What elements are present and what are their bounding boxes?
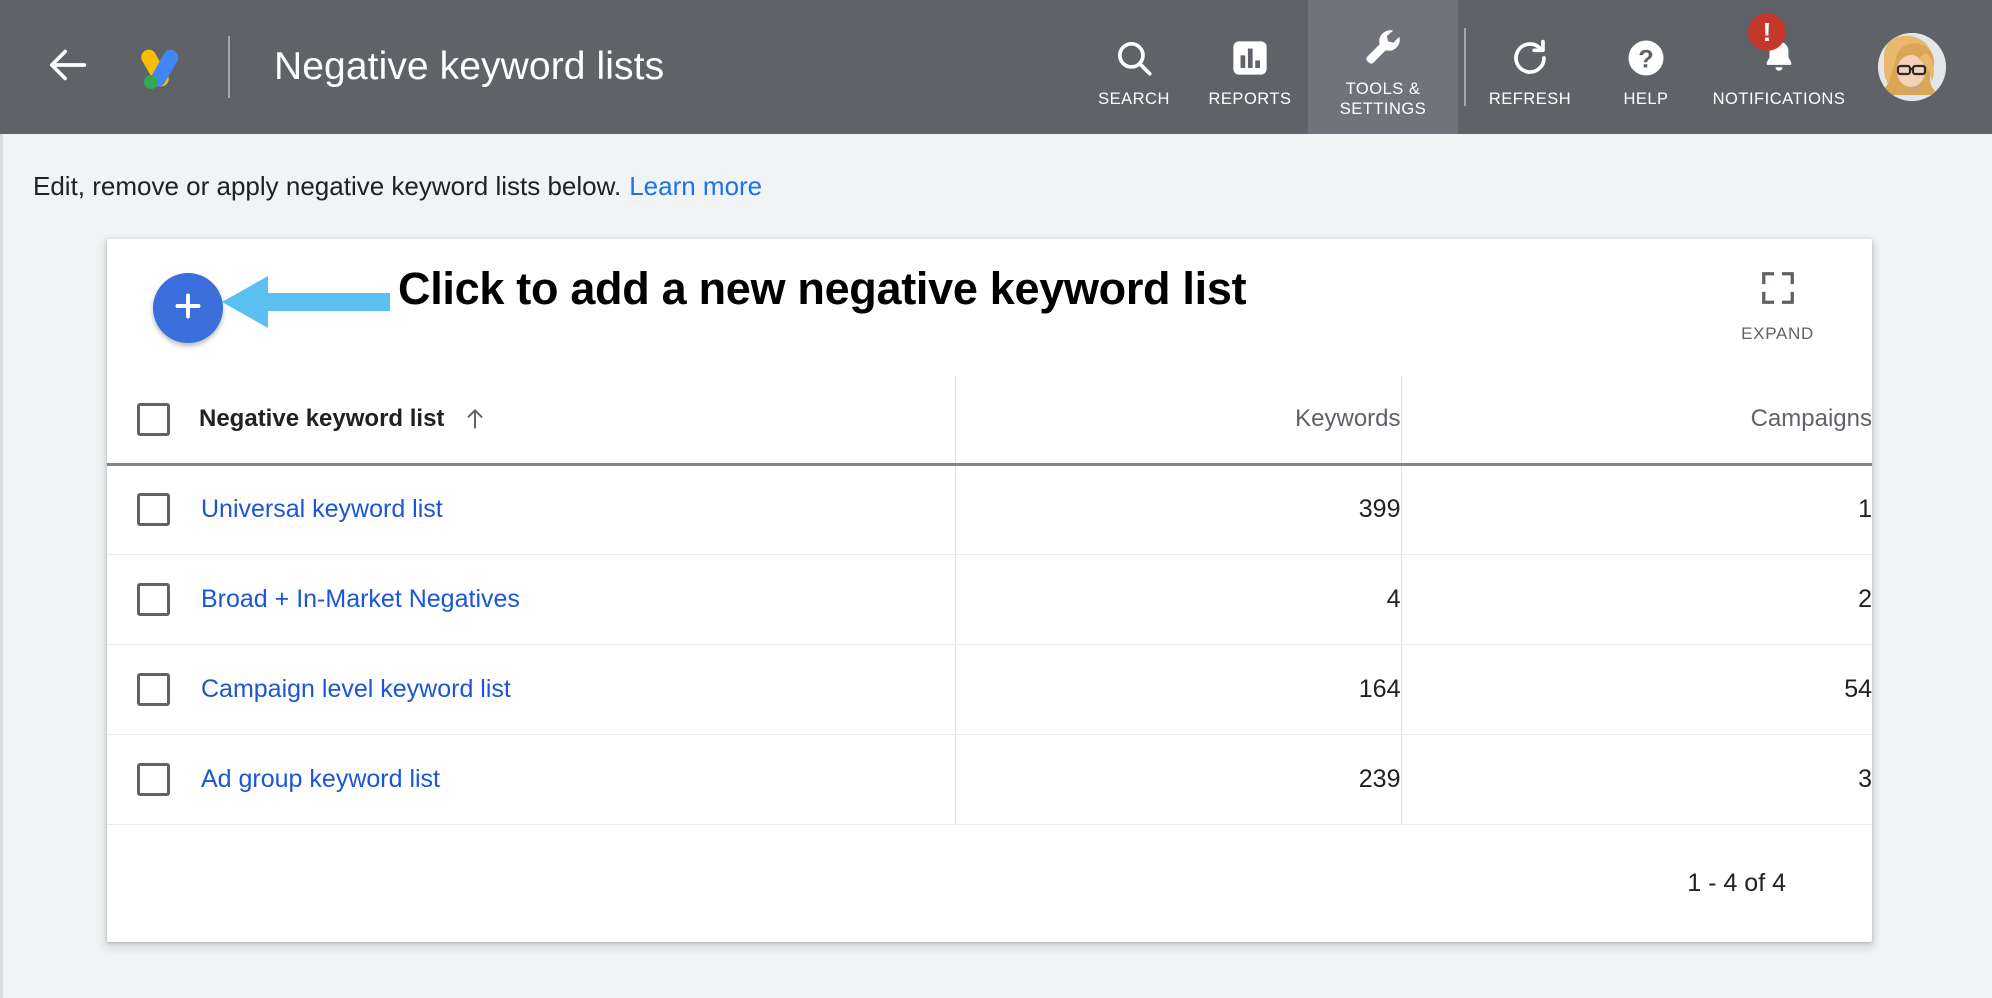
table-row[interactable]: Campaign level keyword list 164 54 bbox=[107, 644, 1872, 734]
negative-keyword-list-link[interactable]: Universal keyword list bbox=[199, 495, 443, 523]
row-keywords-cell: 4 bbox=[955, 554, 1401, 644]
negative-keyword-list-link[interactable]: Broad + In-Market Negatives bbox=[199, 585, 520, 613]
nav-label-notifications: NOTIFICATIONS bbox=[1713, 89, 1846, 109]
nav-label-search: SEARCH bbox=[1098, 89, 1170, 109]
google-ads-logo[interactable] bbox=[130, 39, 186, 95]
row-campaigns-cell: 1 bbox=[1401, 464, 1872, 554]
wrench-icon bbox=[1361, 15, 1405, 69]
table-header-select bbox=[107, 376, 199, 464]
table-header-campaigns[interactable]: Campaigns bbox=[1401, 376, 1872, 464]
refresh-icon bbox=[1509, 25, 1551, 79]
svg-text:?: ? bbox=[1638, 45, 1654, 73]
nav-item-tools-settings[interactable]: TOOLS & SETTINGS bbox=[1308, 0, 1458, 134]
row-name-cell: Campaign level keyword list bbox=[199, 644, 955, 734]
back-button[interactable] bbox=[38, 36, 100, 98]
row-checkbox[interactable] bbox=[137, 763, 170, 796]
table-footer-row: 1 - 4 of 4 bbox=[107, 824, 1872, 942]
table-header-name[interactable]: Negative keyword list bbox=[199, 376, 955, 464]
negative-keyword-list-link[interactable]: Ad group keyword list bbox=[199, 765, 440, 793]
row-name-cell: Universal keyword list bbox=[199, 464, 955, 554]
table-row[interactable]: Universal keyword list 399 1 bbox=[107, 464, 1872, 554]
table-header-name-label: Negative keyword list bbox=[199, 405, 444, 433]
plus-icon bbox=[170, 288, 206, 329]
row-keywords-cell: 239 bbox=[955, 734, 1401, 824]
row-keywords-cell: 399 bbox=[955, 464, 1401, 554]
expand-button[interactable]: EXPAND bbox=[1741, 269, 1814, 344]
negative-keyword-lists-card: EXPAND Negative keyword list bbox=[107, 239, 1872, 942]
nav-label-help: HELP bbox=[1623, 89, 1668, 109]
table-head: Negative keyword list Keywords Campaigns bbox=[107, 376, 1872, 464]
row-checkbox[interactable] bbox=[137, 493, 170, 526]
help-circle-icon: ? bbox=[1625, 25, 1667, 79]
nav-label-reports: REPORTS bbox=[1209, 89, 1292, 109]
page-left-border bbox=[0, 134, 3, 998]
bell-icon: ! bbox=[1758, 25, 1800, 79]
app-bar-left: Negative keyword lists bbox=[0, 0, 1076, 134]
search-icon bbox=[1113, 25, 1155, 79]
notifications-badge: ! bbox=[1748, 13, 1786, 51]
learn-more-link[interactable]: Learn more bbox=[629, 171, 762, 202]
nav-item-help[interactable]: ? HELP bbox=[1588, 0, 1704, 134]
nav-item-refresh[interactable]: REFRESH bbox=[1472, 0, 1588, 134]
nav-item-reports[interactable]: REPORTS bbox=[1192, 0, 1308, 134]
nav-item-search[interactable]: SEARCH bbox=[1076, 0, 1192, 134]
nav-label-tools-settings: TOOLS & SETTINGS bbox=[1340, 79, 1427, 119]
row-name-cell: Broad + In-Market Negatives bbox=[199, 554, 955, 644]
nav-label-refresh: REFRESH bbox=[1489, 89, 1571, 109]
table-foot: 1 - 4 of 4 bbox=[107, 824, 1872, 942]
negative-keyword-list-link[interactable]: Campaign level keyword list bbox=[199, 675, 511, 703]
row-select-cell bbox=[107, 734, 199, 824]
negative-keyword-lists-table: Negative keyword list Keywords Campaigns bbox=[107, 376, 1872, 942]
expand-icon bbox=[1759, 269, 1797, 312]
table-header-keywords[interactable]: Keywords bbox=[955, 376, 1401, 464]
arrow-left-annotation-icon bbox=[222, 272, 390, 332]
row-campaigns-cell: 2 bbox=[1401, 554, 1872, 644]
row-select-cell bbox=[107, 464, 199, 554]
app-bar-actions: SEARCH REPORTS TOOLS & SETTINGS bbox=[1076, 0, 1992, 134]
table-row[interactable]: Ad group keyword list 239 3 bbox=[107, 734, 1872, 824]
app-bar-divider bbox=[228, 36, 230, 98]
annotation-text: Click to add a new negative keyword list bbox=[398, 263, 1246, 315]
app-bar-actions-divider bbox=[1464, 28, 1466, 106]
row-select-cell bbox=[107, 554, 199, 644]
arrow-up-icon[interactable] bbox=[462, 406, 488, 432]
row-campaigns-cell: 54 bbox=[1401, 644, 1872, 734]
nav-item-notifications[interactable]: ! NOTIFICATIONS bbox=[1704, 0, 1854, 134]
account-avatar-button[interactable] bbox=[1854, 0, 1970, 134]
page-title: Negative keyword lists bbox=[274, 45, 664, 89]
row-name-cell: Ad group keyword list bbox=[199, 734, 955, 824]
sub-header-text: Edit, remove or apply negative keyword l… bbox=[33, 171, 621, 202]
table-header-row: Negative keyword list Keywords Campaigns bbox=[107, 376, 1872, 464]
table-body: Universal keyword list 399 1 Broad + In-… bbox=[107, 464, 1872, 824]
table-row[interactable]: Broad + In-Market Negatives 4 2 bbox=[107, 554, 1872, 644]
pagination-label: 1 - 4 of 4 bbox=[107, 824, 1872, 942]
select-all-checkbox[interactable] bbox=[137, 403, 170, 436]
arrow-back-icon bbox=[46, 42, 92, 93]
add-negative-keyword-list-button[interactable] bbox=[153, 273, 223, 343]
row-keywords-cell: 164 bbox=[955, 644, 1401, 734]
bar-chart-icon bbox=[1229, 25, 1271, 79]
row-checkbox[interactable] bbox=[137, 583, 170, 616]
expand-label: EXPAND bbox=[1741, 324, 1814, 344]
app-bar: Negative keyword lists SEARCH REPO bbox=[0, 0, 1992, 134]
sub-header: Edit, remove or apply negative keyword l… bbox=[0, 134, 1992, 239]
row-campaigns-cell: 3 bbox=[1401, 734, 1872, 824]
avatar bbox=[1878, 33, 1946, 101]
row-checkbox[interactable] bbox=[137, 673, 170, 706]
row-select-cell bbox=[107, 644, 199, 734]
